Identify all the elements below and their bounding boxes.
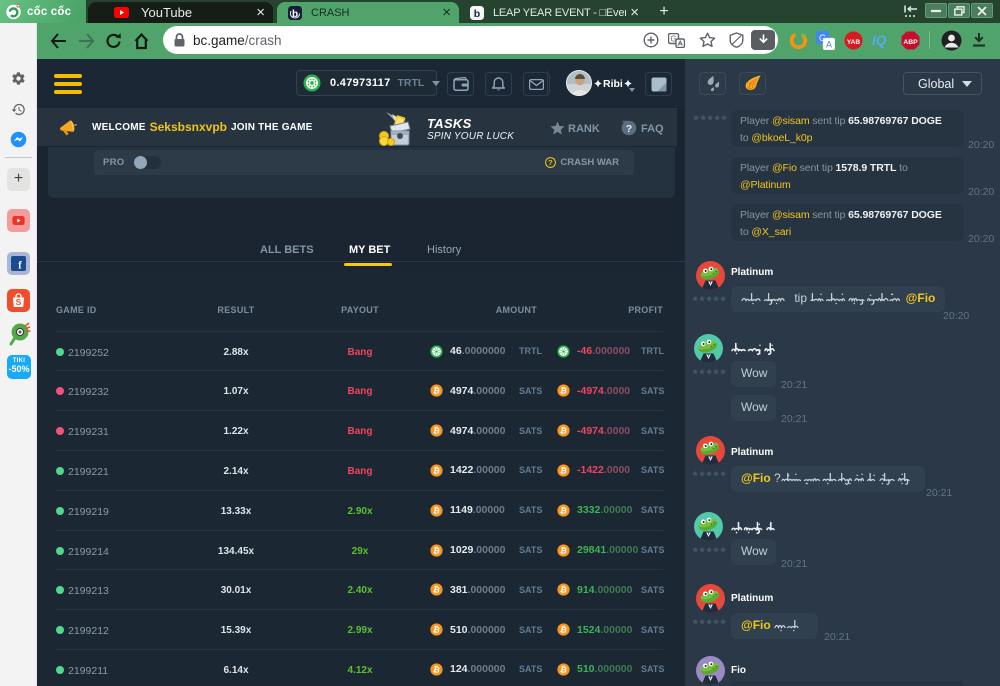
svg-text:A: A — [826, 40, 832, 50]
svg-text:f: f — [18, 260, 22, 272]
svg-text:S: S — [16, 297, 22, 307]
svg-text:YAB: YAB — [847, 39, 860, 46]
svg-text:?: ? — [549, 158, 553, 167]
svg-text:?: ? — [626, 123, 632, 135]
svg-text:₿: ₿ — [747, 81, 755, 91]
svg-text:b: b — [474, 8, 480, 20]
svg-text:ABP: ABP — [903, 39, 918, 46]
